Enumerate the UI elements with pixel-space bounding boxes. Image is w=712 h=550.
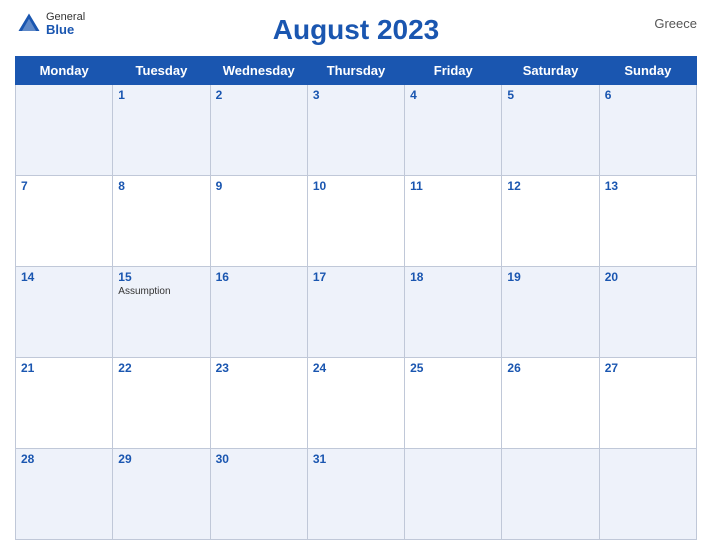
calendar-cell: 22 bbox=[113, 358, 210, 449]
day-number: 31 bbox=[313, 452, 399, 466]
day-number: 29 bbox=[118, 452, 204, 466]
calendar-cell: 20 bbox=[599, 267, 696, 358]
calendar-cell: 12 bbox=[502, 176, 599, 267]
day-number: 17 bbox=[313, 270, 399, 284]
calendar-cell: 23 bbox=[210, 358, 307, 449]
day-number: 24 bbox=[313, 361, 399, 375]
day-number: 22 bbox=[118, 361, 204, 375]
calendar-cell: 29 bbox=[113, 449, 210, 540]
calendar-cell: 8 bbox=[113, 176, 210, 267]
calendar-table: MondayTuesdayWednesdayThursdayFridaySatu… bbox=[15, 56, 697, 540]
weekday-header-sunday: Sunday bbox=[599, 57, 696, 85]
day-number: 12 bbox=[507, 179, 593, 193]
calendar-cell: 3 bbox=[307, 85, 404, 176]
day-number: 18 bbox=[410, 270, 496, 284]
calendar-cell: 4 bbox=[405, 85, 502, 176]
day-number: 14 bbox=[21, 270, 107, 284]
calendar-header: General Blue August 2023 Greece bbox=[15, 10, 697, 50]
calendar-cell: 28 bbox=[16, 449, 113, 540]
calendar-cell: 19 bbox=[502, 267, 599, 358]
calendar-cell: 26 bbox=[502, 358, 599, 449]
day-number: 15 bbox=[118, 270, 204, 284]
day-number: 16 bbox=[216, 270, 302, 284]
calendar-cell: 2 bbox=[210, 85, 307, 176]
calendar-cell: 31 bbox=[307, 449, 404, 540]
calendar-cell: 6 bbox=[599, 85, 696, 176]
calendar-cell bbox=[16, 85, 113, 176]
logo-area: General Blue bbox=[15, 10, 85, 38]
day-number: 28 bbox=[21, 452, 107, 466]
day-number: 27 bbox=[605, 361, 691, 375]
calendar-cell: 14 bbox=[16, 267, 113, 358]
calendar-cell: 11 bbox=[405, 176, 502, 267]
day-number: 30 bbox=[216, 452, 302, 466]
day-number: 13 bbox=[605, 179, 691, 193]
day-number: 8 bbox=[118, 179, 204, 193]
calendar-cell: 30 bbox=[210, 449, 307, 540]
calendar-cell: 27 bbox=[599, 358, 696, 449]
day-event: Assumption bbox=[118, 286, 204, 297]
day-number: 6 bbox=[605, 88, 691, 102]
calendar-week-row: 28 29 30 31 bbox=[16, 449, 697, 540]
calendar-cell bbox=[405, 449, 502, 540]
calendar-cell: 15 Assumption bbox=[113, 267, 210, 358]
country-label: Greece bbox=[654, 16, 697, 31]
day-number: 10 bbox=[313, 179, 399, 193]
day-number: 19 bbox=[507, 270, 593, 284]
calendar-week-row: 14 15 Assumption 16 17 18 19 20 bbox=[16, 267, 697, 358]
calendar-cell bbox=[599, 449, 696, 540]
logo-icon bbox=[15, 10, 43, 38]
weekday-header-tuesday: Tuesday bbox=[113, 57, 210, 85]
calendar-cell: 5 bbox=[502, 85, 599, 176]
day-number: 23 bbox=[216, 361, 302, 375]
calendar-cell: 18 bbox=[405, 267, 502, 358]
day-number: 7 bbox=[21, 179, 107, 193]
logo-text: General Blue bbox=[46, 11, 85, 37]
calendar-cell bbox=[502, 449, 599, 540]
day-number: 21 bbox=[21, 361, 107, 375]
day-number: 9 bbox=[216, 179, 302, 193]
calendar-cell: 10 bbox=[307, 176, 404, 267]
calendar-cell: 16 bbox=[210, 267, 307, 358]
calendar-cell: 13 bbox=[599, 176, 696, 267]
weekday-header-monday: Monday bbox=[16, 57, 113, 85]
calendar-title: August 2023 bbox=[273, 14, 440, 46]
day-number: 5 bbox=[507, 88, 593, 102]
calendar-cell: 9 bbox=[210, 176, 307, 267]
day-number: 1 bbox=[118, 88, 204, 102]
day-number: 11 bbox=[410, 179, 496, 193]
day-number: 2 bbox=[216, 88, 302, 102]
weekday-header-wednesday: Wednesday bbox=[210, 57, 307, 85]
calendar-week-row: 789 10 11 12 13 bbox=[16, 176, 697, 267]
calendar-week-row: 123456 bbox=[16, 85, 697, 176]
calendar-cell: 24 bbox=[307, 358, 404, 449]
day-number: 4 bbox=[410, 88, 496, 102]
day-number: 26 bbox=[507, 361, 593, 375]
day-number: 25 bbox=[410, 361, 496, 375]
calendar-cell: 21 bbox=[16, 358, 113, 449]
calendar-cell: 1 bbox=[113, 85, 210, 176]
weekday-header-saturday: Saturday bbox=[502, 57, 599, 85]
weekday-header-friday: Friday bbox=[405, 57, 502, 85]
weekday-header-row: MondayTuesdayWednesdayThursdayFridaySatu… bbox=[16, 57, 697, 85]
day-number: 3 bbox=[313, 88, 399, 102]
calendar-cell: 25 bbox=[405, 358, 502, 449]
logo-blue-label: Blue bbox=[46, 23, 85, 37]
calendar-cell: 7 bbox=[16, 176, 113, 267]
weekday-header-thursday: Thursday bbox=[307, 57, 404, 85]
calendar-cell: 17 bbox=[307, 267, 404, 358]
calendar-wrapper: General Blue August 2023 Greece MondayTu… bbox=[0, 0, 712, 550]
day-number: 20 bbox=[605, 270, 691, 284]
calendar-week-row: 21 22 23 24 25 26 27 bbox=[16, 358, 697, 449]
